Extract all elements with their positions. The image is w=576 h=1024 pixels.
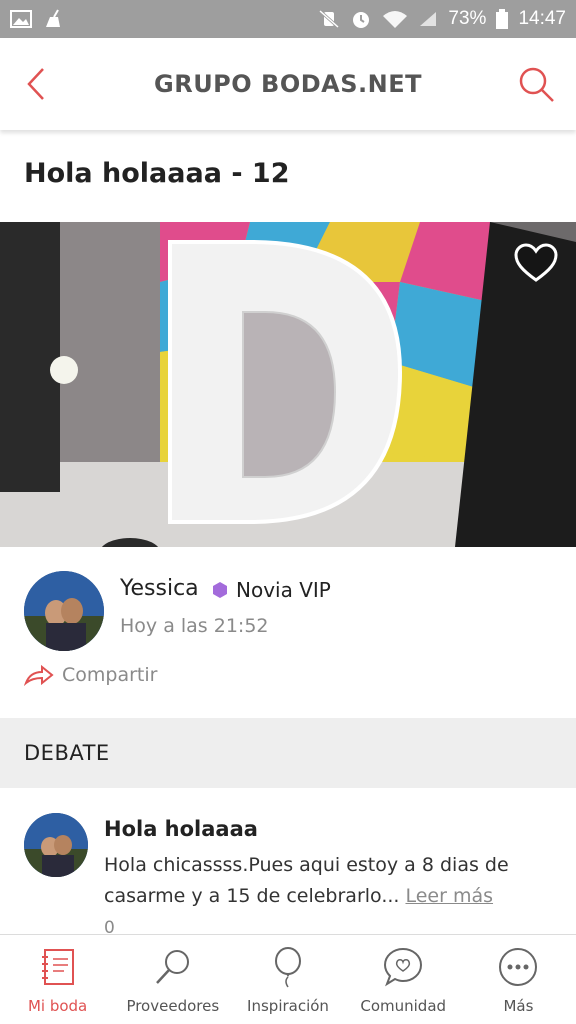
alarm-icon [350,8,372,30]
clock: 14:47 [518,8,566,29]
post-timestamp: Hoy a las 21:52 [120,615,269,637]
nav-item-comunidad[interactable]: Comunidad [346,935,461,1024]
image-icon [10,10,32,28]
app-header: GRUPO BODAS.NET [0,38,576,130]
nav-label-mi-boda: Mi boda [27,997,88,1015]
comment-avatar-photo [24,813,88,877]
avatar-photo [24,571,104,651]
status-right-icons: 73% 14:47 [318,8,566,30]
more-icon [496,945,540,989]
search-icon [151,945,195,989]
status-left-icons [10,9,64,29]
author-avatar[interactable] [24,571,104,651]
battery-percent: 73% [448,8,487,29]
share-button[interactable]: Compartir [24,664,157,686]
chat-heart-icon [381,945,425,989]
favorite-button[interactable] [514,242,558,286]
post-title: Hola holaaaa - 12 [24,158,290,189]
nav-item-inspiracion[interactable]: Inspiración [230,935,345,1024]
signal-icon [418,10,438,28]
nav-item-proveedores[interactable]: Proveedores [115,935,230,1024]
nav-item-mas[interactable]: Más [461,935,576,1024]
chevron-left-icon [27,68,44,100]
share-arrow-icon [24,664,54,686]
vip-badge: Novia VIP [212,578,331,602]
bottom-nav: Mi boda Proveedores Inspiración Comunida… [0,934,576,1024]
post-photo[interactable] [0,222,576,547]
vip-badge-label: Novia VIP [236,578,331,602]
comment-title[interactable]: Hola holaaaa [104,817,258,841]
read-more-link[interactable]: Leer más [405,885,493,907]
nav-label-mas: Más [503,997,534,1015]
wifi-icon [382,9,408,29]
debate-section-header: DEBATE [0,718,576,788]
status-bar: 73% 14:47 [0,0,576,38]
photo-illustration [0,222,576,547]
header-title: GRUPO BODAS.NET [154,70,422,98]
nav-label-comunidad: Comunidad [360,997,447,1015]
search-icon [519,67,554,102]
comment-avatar[interactable] [24,813,88,877]
share-label: Compartir [62,664,158,686]
author-name[interactable]: Yessica [120,576,199,601]
nav-label-inspiracion: Inspiración [247,997,329,1015]
hexagon-icon [213,582,227,598]
notebook-icon [36,945,80,989]
back-button[interactable] [18,64,54,104]
balloon-icon [266,945,310,989]
vibrate-mute-icon [318,9,340,29]
cleaning-icon [42,9,64,29]
heart-icon [514,243,558,282]
nav-label-proveedores: Proveedores [126,997,220,1015]
battery-icon [496,9,509,29]
search-button[interactable] [514,62,558,106]
comment-text: Hola chicassss.Pues aqui estoy a 8 dias … [104,850,544,912]
nav-item-mi-boda[interactable]: Mi boda [0,935,115,1024]
